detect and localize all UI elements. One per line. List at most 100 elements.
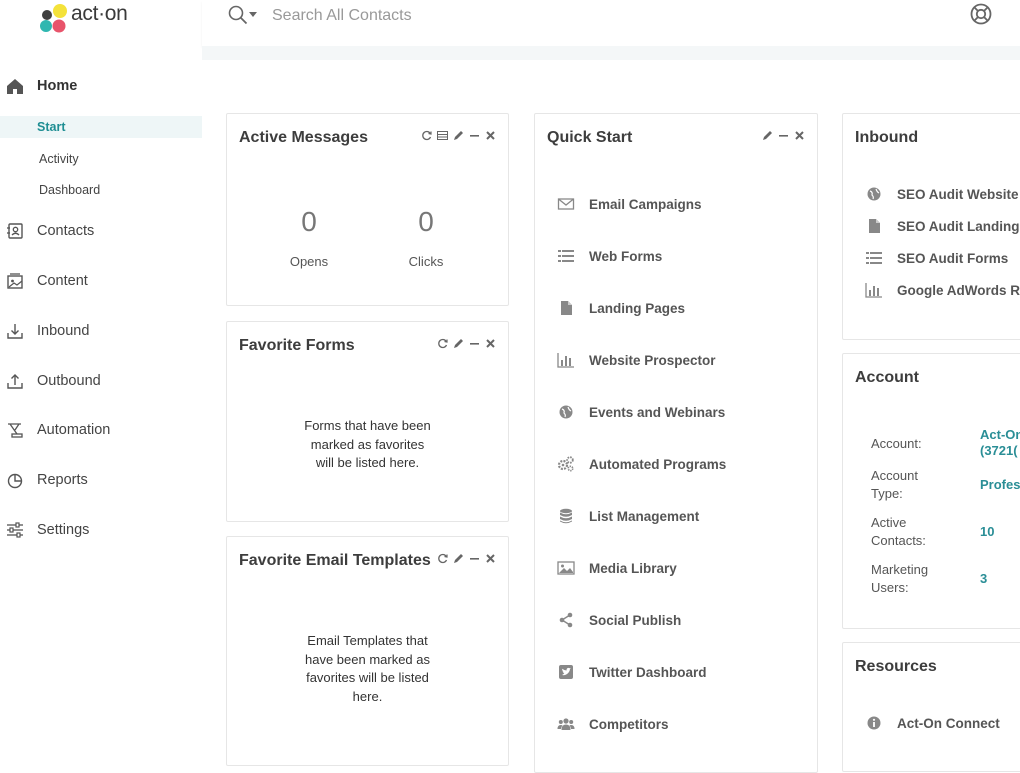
account-type-label: Account Type: [871, 467, 918, 503]
sidebar-item-contacts[interactable]: Contacts [0, 216, 202, 246]
inbound-link-seo-audit-forms[interactable]: SEO Audit Forms [865, 248, 1008, 268]
sidebar-item-label: Content [37, 273, 88, 289]
account-value[interactable]: Act-On (3721( [980, 427, 1020, 459]
image-icon [557, 561, 575, 575]
edit-pencil-icon[interactable] [762, 130, 773, 141]
quick-link-label: Act-On Connect [897, 715, 1000, 731]
empty-line: Email Templates that [307, 633, 428, 648]
resource-link-act-on-connect[interactable]: Act-On Connect [865, 713, 1000, 733]
sidebar-item-label: Reports [37, 472, 88, 488]
search-input[interactable] [270, 3, 774, 29]
inbound-link-seo-audit-landing[interactable]: SEO Audit Landing [865, 216, 1020, 236]
quick-link-competitors[interactable]: Competitors [557, 714, 669, 734]
edit-pencil-icon[interactable] [453, 130, 464, 141]
quick-link-email-campaigns[interactable]: Email Campaigns [557, 194, 702, 214]
clicks-label: Clicks [408, 254, 444, 269]
empty-state-message: Forms that have been marked as favorites… [227, 417, 508, 473]
sidebar-item-settings[interactable]: Settings [0, 515, 202, 545]
quick-link-label: Google AdWords R [897, 282, 1020, 298]
sidebar-item-label: Contacts [37, 223, 95, 239]
search-icon[interactable] [228, 5, 248, 25]
inbound-icon [7, 324, 23, 339]
clicks-stat[interactable]: 0 Clicks [386, 206, 466, 269]
close-icon[interactable] [794, 130, 805, 141]
empty-line: Forms that have been [304, 418, 431, 433]
marketing-users-label: Marketing Users: [871, 561, 928, 597]
automation-icon [8, 423, 23, 438]
database-icon [560, 508, 572, 524]
edit-pencil-icon[interactable] [453, 553, 464, 564]
close-icon[interactable] [485, 130, 496, 141]
quick-link-twitter-dashboard[interactable]: Twitter Dashboard [557, 662, 707, 682]
minimize-icon[interactable] [469, 338, 480, 349]
contacts-icon [7, 223, 23, 239]
inbound-link-google-adwords[interactable]: Google AdWords R [865, 280, 1020, 300]
label-line: Account [871, 468, 918, 483]
top-bar [202, 0, 1020, 46]
quick-link-social-publish[interactable]: Social Publish [557, 610, 681, 630]
sidebar-subitem-activity[interactable]: Activity [0, 148, 202, 170]
quick-link-landing-pages[interactable]: Landing Pages [557, 298, 685, 318]
sidebar: act·on Home Start Activity Dashboard Con… [0, 0, 203, 752]
sidebar-subitem-start[interactable]: Start [0, 116, 202, 138]
sidebar-item-label: Outbound [37, 373, 101, 389]
close-icon[interactable] [485, 338, 496, 349]
account-label: Account: [871, 436, 922, 451]
close-icon[interactable] [485, 553, 496, 564]
favorite-email-templates-panel: Favorite Email Templates Email Templates… [226, 536, 509, 766]
inbound-link-seo-audit-website[interactable]: SEO Audit Website [865, 184, 1019, 204]
twitter-icon [559, 665, 573, 679]
panel-title: Resources [855, 658, 937, 675]
minimize-icon[interactable] [778, 130, 789, 141]
reports-icon [7, 473, 23, 489]
sidebar-item-outbound[interactable]: Outbound [0, 366, 202, 396]
sidebar-item-reports[interactable]: Reports [0, 465, 202, 495]
panel-title: Inbound [855, 129, 919, 146]
panel-title: Favorite Forms [239, 337, 355, 354]
chevron-down-icon[interactable] [249, 12, 257, 18]
quick-link-label: SEO Audit Website [897, 186, 1019, 202]
marketing-users-value[interactable]: 3 [980, 571, 987, 587]
opens-stat[interactable]: 0 Opens [269, 206, 349, 269]
quick-link-media-library[interactable]: Media Library [557, 558, 677, 578]
active-contacts-value[interactable]: 10 [980, 524, 994, 540]
quick-link-label: Events and Webinars [589, 404, 726, 420]
sidebar-item-automation[interactable]: Automation [0, 415, 202, 445]
label-line: Users: [871, 580, 909, 595]
active-messages-panel: Active Messages 0 Opens 0 Clicks [226, 113, 509, 306]
minimize-icon[interactable] [469, 130, 480, 141]
quick-link-automated-programs[interactable]: Automated Programs [557, 454, 726, 474]
opens-count: 0 [301, 206, 317, 237]
quick-link-website-prospector[interactable]: Website Prospector [557, 350, 716, 370]
empty-line: here. [352, 688, 383, 704]
quick-link-label: SEO Audit Forms [897, 250, 1009, 266]
sidebar-item-content[interactable]: Content [0, 266, 202, 296]
quick-link-label: Twitter Dashboard [589, 664, 707, 680]
panel-title: Quick Start [547, 129, 633, 146]
opens-label: Opens [289, 254, 329, 269]
sidebar-item-home[interactable]: Home [0, 71, 202, 101]
label-line: Marketing [871, 562, 929, 577]
edit-pencil-icon[interactable] [453, 338, 464, 349]
sidebar-subitem-label: Activity [39, 152, 79, 166]
document-icon [561, 301, 572, 315]
quick-link-events-webinars[interactable]: Events and Webinars [557, 402, 725, 422]
globe-icon [559, 405, 573, 419]
refresh-icon[interactable] [437, 338, 448, 349]
refresh-icon[interactable] [421, 130, 432, 141]
quick-link-web-forms[interactable]: Web Forms [557, 246, 662, 266]
table-view-icon[interactable] [437, 130, 448, 141]
globe-icon [867, 187, 881, 201]
favorite-forms-panel: Favorite Forms Forms that have been mark… [226, 321, 509, 522]
quick-link-list-management[interactable]: List Management [557, 506, 699, 526]
quick-link-label: Email Campaigns [589, 196, 702, 212]
outbound-icon [7, 374, 23, 389]
sidebar-item-inbound[interactable]: Inbound [0, 316, 202, 346]
refresh-icon[interactable] [437, 553, 448, 564]
account-type-value: Profes [980, 477, 1020, 492]
sidebar-subitem-dashboard[interactable]: Dashboard [0, 179, 202, 201]
minimize-icon[interactable] [469, 553, 480, 564]
help-lifebuoy-icon[interactable] [970, 3, 992, 25]
sidebar-item-label: Automation [37, 422, 111, 438]
quick-link-label: Social Publish [589, 612, 682, 628]
